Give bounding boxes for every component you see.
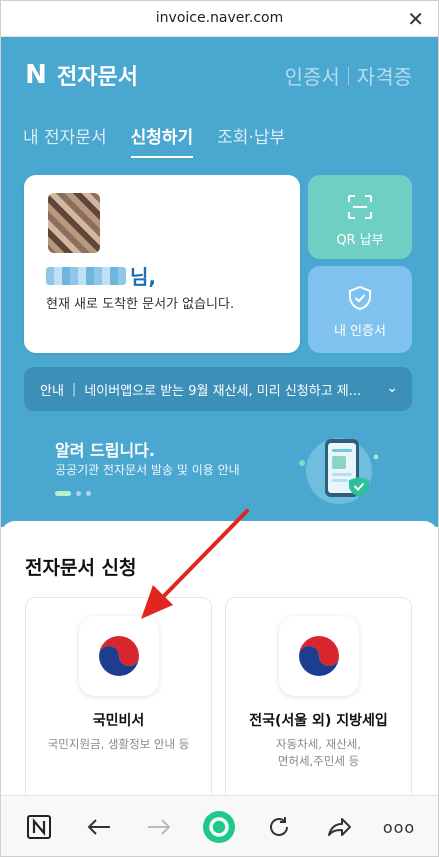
my-certificate-label: 내 인증서 [334,324,386,339]
brand[interactable]: N 전자문서 [23,59,138,91]
service-title: 국민비서 [92,713,145,729]
green-dot-icon[interactable] [201,809,237,845]
divider [347,66,349,85]
browser-bottom-nav: ooo [1,795,438,856]
chevron-down-icon[interactable]: ⌄ [386,380,398,396]
name-suffix: 님, [130,265,156,289]
my-certificate-button[interactable]: 내 인증서 [308,266,412,353]
gov-taegeuk-logo-icon [78,616,159,696]
banner-pagination [55,491,96,496]
pagination-dot-active[interactable] [55,491,71,496]
naver-logo-icon: N [25,60,47,90]
more-icon[interactable]: ooo [381,809,417,845]
close-icon[interactable]: ✕ [407,7,424,31]
profile-card[interactable]: 님, 현재 새로 도착한 문서가 없습니다. [24,175,300,353]
banner-title[interactable]: 알려 드립니다. [55,437,155,461]
pagination-dot[interactable] [76,491,81,496]
page-title: 전자문서 [57,65,138,90]
profile-message: 현재 새로 도착한 문서가 없습니다. [46,297,235,312]
banner-subtitle: 공공기관 전자문서 발송 및 이용 안내 [55,463,240,477]
header-links: 인증서 자격증 [285,61,412,90]
qr-payment-label: QR 납부 [336,233,384,248]
user-name-row: 님, [46,261,156,290]
naver-home-icon[interactable] [21,809,57,845]
service-description: 국민지원금, 생활정보 안내 등 [47,737,190,751]
notice-separator: | [71,381,77,397]
service-card-kookmin-biseo[interactable]: 국민비서 국민지원금, 생활정보 안내 등 [25,597,212,817]
url-bar[interactable]: invoice.naver.com ✕ [1,1,438,37]
notice-bar[interactable]: 안내 | 네이버앱으로 받는 9월 재산세, 미리 신청하고 제... ⌄ [24,367,412,411]
service-title: 전국(서울 외) 지방세입 [249,713,388,729]
blurred-user-name [46,266,126,285]
tab-apply[interactable]: 신청하기 [130,123,194,158]
apply-section: 전자문서 신청 국민비서 국민지원금, 생활정보 안내 등 전국(서울 외) 지… [1,521,438,817]
qualification-link[interactable]: 자격증 [357,61,412,90]
refresh-icon[interactable] [261,809,297,845]
document-phone-illustration [299,438,379,504]
notice-text: 네이버앱으로 받는 9월 재산세, 미리 신청하고 제... [84,383,362,399]
section-title: 전자문서 신청 [25,557,137,579]
tab-my-documents[interactable]: 내 전자문서 [23,123,107,158]
notice-tag: 안내 [40,383,64,399]
pagination-dot[interactable] [86,491,91,496]
back-arrow-icon[interactable] [81,809,117,845]
tab-inquiry-payment[interactable]: 조회·납부 [217,123,285,158]
service-card-local-tax[interactable]: 전국(서울 외) 지방세입 자동차세, 재산세, 면허세,주민세 등 [225,597,412,817]
url-text[interactable]: invoice.naver.com [1,10,438,26]
browser-frame: invoice.naver.com ✕ N 전자문서 인증서 자격증 내 전자문… [0,0,439,857]
shield-check-icon [349,285,371,311]
share-icon[interactable] [321,809,357,845]
tab-bar: 내 전자문서 신청하기 조회·납부 [23,123,309,158]
avatar [48,193,100,253]
certificate-link[interactable]: 인증서 [285,61,340,90]
forward-arrow-icon[interactable] [141,809,177,845]
qr-scan-icon [348,195,372,219]
header-area: N 전자문서 인증서 자격증 내 전자문서 신청하기 조회·납부 님, 현재 새… [1,37,438,527]
qr-payment-button[interactable]: QR 납부 [308,175,412,259]
service-description: 자동차세, 재산세, 면허세,주민세 등 [275,737,362,768]
gov-taegeuk-logo-icon [278,616,359,696]
